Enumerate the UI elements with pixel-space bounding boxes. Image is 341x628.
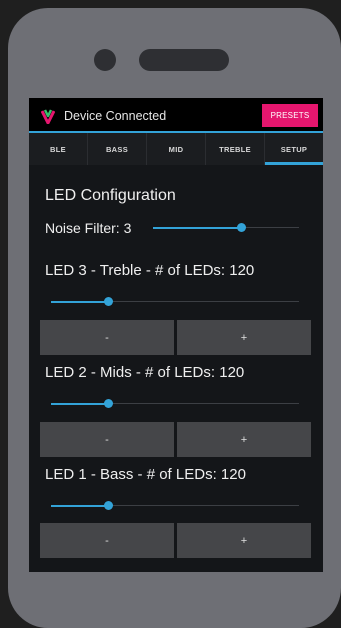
led3-label: LED 3 - Treble - # of LEDs: 120	[45, 262, 255, 279]
led2-count-slider[interactable]	[51, 397, 299, 411]
tab-bar: BLE BASS MID TREBLE SETUP	[29, 133, 323, 165]
connection-status-title: Device Connected	[64, 109, 167, 123]
speaker-slot	[139, 49, 229, 71]
led2-label: LED 2 - Mids - # of LEDs: 120	[45, 364, 245, 381]
led3-decrease-button[interactable]: -	[40, 320, 174, 355]
slider-fill	[51, 505, 109, 507]
slider-fill	[51, 403, 109, 405]
slider-thumb[interactable]	[236, 223, 246, 232]
slider-thumb[interactable]	[104, 501, 114, 510]
camera-dot	[94, 49, 116, 71]
led1-label: LED 1 - Bass - # of LEDs: 120	[45, 466, 246, 483]
led1-decrease-button[interactable]: -	[40, 523, 174, 558]
app-screen: Device Connected PRESETS BLE BASS MID TR…	[29, 98, 323, 572]
tab-treble[interactable]: TREBLE	[206, 133, 265, 165]
tab-setup[interactable]: SETUP	[265, 133, 323, 165]
slider-fill	[51, 301, 109, 303]
led3-count-slider[interactable]	[51, 295, 299, 309]
led2-increase-button[interactable]: +	[177, 422, 311, 457]
noise-filter-label: Noise Filter: 3	[45, 220, 132, 236]
noise-filter-slider[interactable]	[153, 221, 299, 235]
led3-increase-button[interactable]: +	[177, 320, 311, 355]
led1-increase-button[interactable]: +	[177, 523, 311, 558]
led1-count-slider[interactable]	[51, 499, 299, 513]
tab-ble[interactable]: BLE	[29, 133, 88, 165]
slider-thumb[interactable]	[104, 297, 114, 306]
slider-thumb[interactable]	[104, 399, 114, 408]
v-logo-icon	[41, 109, 55, 124]
app-toolbar: Device Connected PRESETS	[29, 98, 323, 132]
presets-button[interactable]: PRESETS	[262, 104, 318, 127]
section-title: LED Configuration	[45, 187, 176, 204]
slider-fill	[153, 227, 241, 229]
led2-decrease-button[interactable]: -	[40, 422, 174, 457]
tab-bass[interactable]: BASS	[88, 133, 147, 165]
tab-mid[interactable]: MID	[147, 133, 206, 165]
